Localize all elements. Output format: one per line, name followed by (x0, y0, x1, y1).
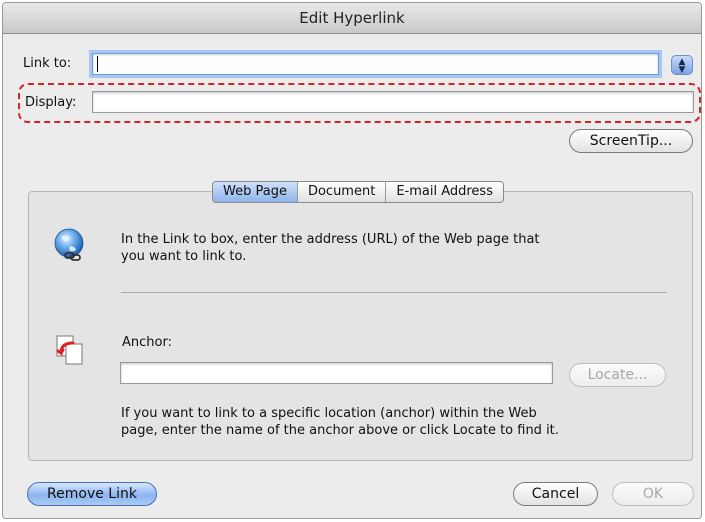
remove-link-button[interactable]: Remove Link (27, 482, 157, 506)
anchor-document-icon (53, 334, 87, 372)
display-label: Display: (25, 95, 77, 110)
anchor-input[interactable] (120, 362, 553, 384)
edit-hyperlink-dialog: Edit Hyperlink Link to: ▲ ▼ Display: Scre… (2, 2, 702, 519)
text-caret (97, 56, 98, 72)
globe-link-icon (53, 228, 87, 268)
tab-web-page[interactable]: Web Page (213, 182, 298, 202)
web-help-line-2: you want to link to. (121, 249, 247, 264)
cancel-button[interactable]: Cancel (513, 482, 598, 506)
anchor-label: Anchor: (122, 335, 172, 350)
dialog-title: Edit Hyperlink (3, 3, 701, 34)
web-help-line-1: In the Link to box, enter the address (U… (121, 232, 540, 247)
section-divider (121, 292, 667, 293)
link-to-input[interactable] (92, 53, 659, 75)
screentip-button[interactable]: ScreenTip... (569, 129, 693, 153)
stepper-arrows-icon[interactable]: ▲ ▼ (671, 55, 693, 75)
tab-email-address[interactable]: E-mail Address (386, 182, 503, 202)
link-type-tabs: Web Page Document E-mail Address (212, 181, 504, 203)
display-input[interactable] (92, 91, 694, 113)
anchor-help-line-2: page, enter the name of the anchor above… (121, 423, 559, 438)
tab-document[interactable]: Document (298, 182, 387, 202)
link-to-label: Link to: (23, 56, 72, 71)
anchor-help-line-1: If you want to link to a specific locati… (121, 406, 537, 421)
locate-button[interactable]: Locate... (569, 363, 666, 387)
ok-button[interactable]: OK (612, 482, 694, 506)
